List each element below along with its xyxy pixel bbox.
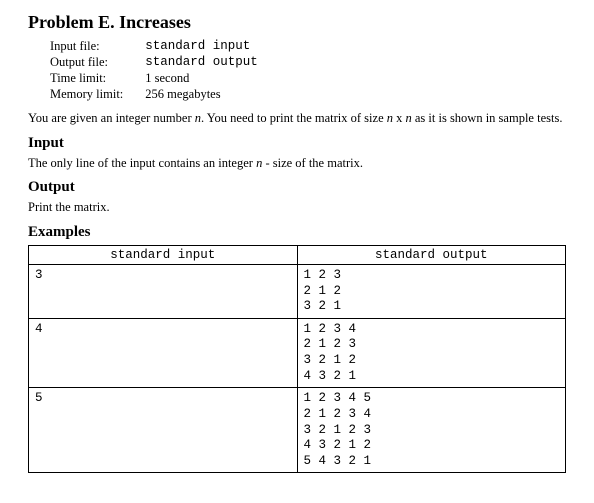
examples-table: standard input standard output 3 1 2 3 2… xyxy=(28,245,566,474)
example-input: 5 xyxy=(29,388,298,473)
example-input: 4 xyxy=(29,318,298,388)
time-limit-label: Time limit: xyxy=(50,71,127,87)
output-paragraph: Print the matrix. xyxy=(28,200,566,216)
examples-header-input: standard input xyxy=(29,245,298,264)
examples-header-output: standard output xyxy=(297,245,566,264)
memory-limit-label: Memory limit: xyxy=(50,87,127,103)
statement-paragraph: You are given an integer number n. You n… xyxy=(28,111,566,127)
time-limit-value: 1 second xyxy=(127,71,262,87)
output-file-label: Output file: xyxy=(50,55,127,71)
input-paragraph: The only line of the input contains an i… xyxy=(28,156,566,172)
output-file-value: standard output xyxy=(127,55,262,71)
table-row: 5 1 2 3 4 5 2 1 2 3 4 3 2 1 2 3 4 3 2 1 … xyxy=(29,388,566,473)
input-file-label: Input file: xyxy=(50,39,127,55)
statement-text: You are given an integer number xyxy=(28,111,195,125)
example-output: 1 2 3 2 1 2 3 2 1 xyxy=(297,264,566,318)
input-text: - size of the matrix. xyxy=(262,156,363,170)
problem-title: Problem E. Increases xyxy=(28,12,566,33)
section-input: Input xyxy=(28,135,566,152)
table-row: 3 1 2 3 2 1 2 3 2 1 xyxy=(29,264,566,318)
memory-limit-value: 256 megabytes xyxy=(127,87,262,103)
table-row: 4 1 2 3 4 2 1 2 3 3 2 1 2 4 3 2 1 xyxy=(29,318,566,388)
example-output: 1 2 3 4 5 2 1 2 3 4 3 2 1 2 3 4 3 2 1 2 … xyxy=(297,388,566,473)
statement-text: . You need to print the matrix of size xyxy=(201,111,387,125)
input-file-value: standard input xyxy=(127,39,262,55)
input-text: The only line of the input contains an i… xyxy=(28,156,256,170)
example-input: 3 xyxy=(29,264,298,318)
example-output: 1 2 3 4 2 1 2 3 3 2 1 2 4 3 2 1 xyxy=(297,318,566,388)
statement-text: x xyxy=(393,111,406,125)
section-examples: Examples xyxy=(28,224,566,241)
statement-text: as it is shown in sample tests. xyxy=(412,111,563,125)
limits-table: Input file: standard input Output file: … xyxy=(50,39,262,103)
section-output: Output xyxy=(28,179,566,196)
